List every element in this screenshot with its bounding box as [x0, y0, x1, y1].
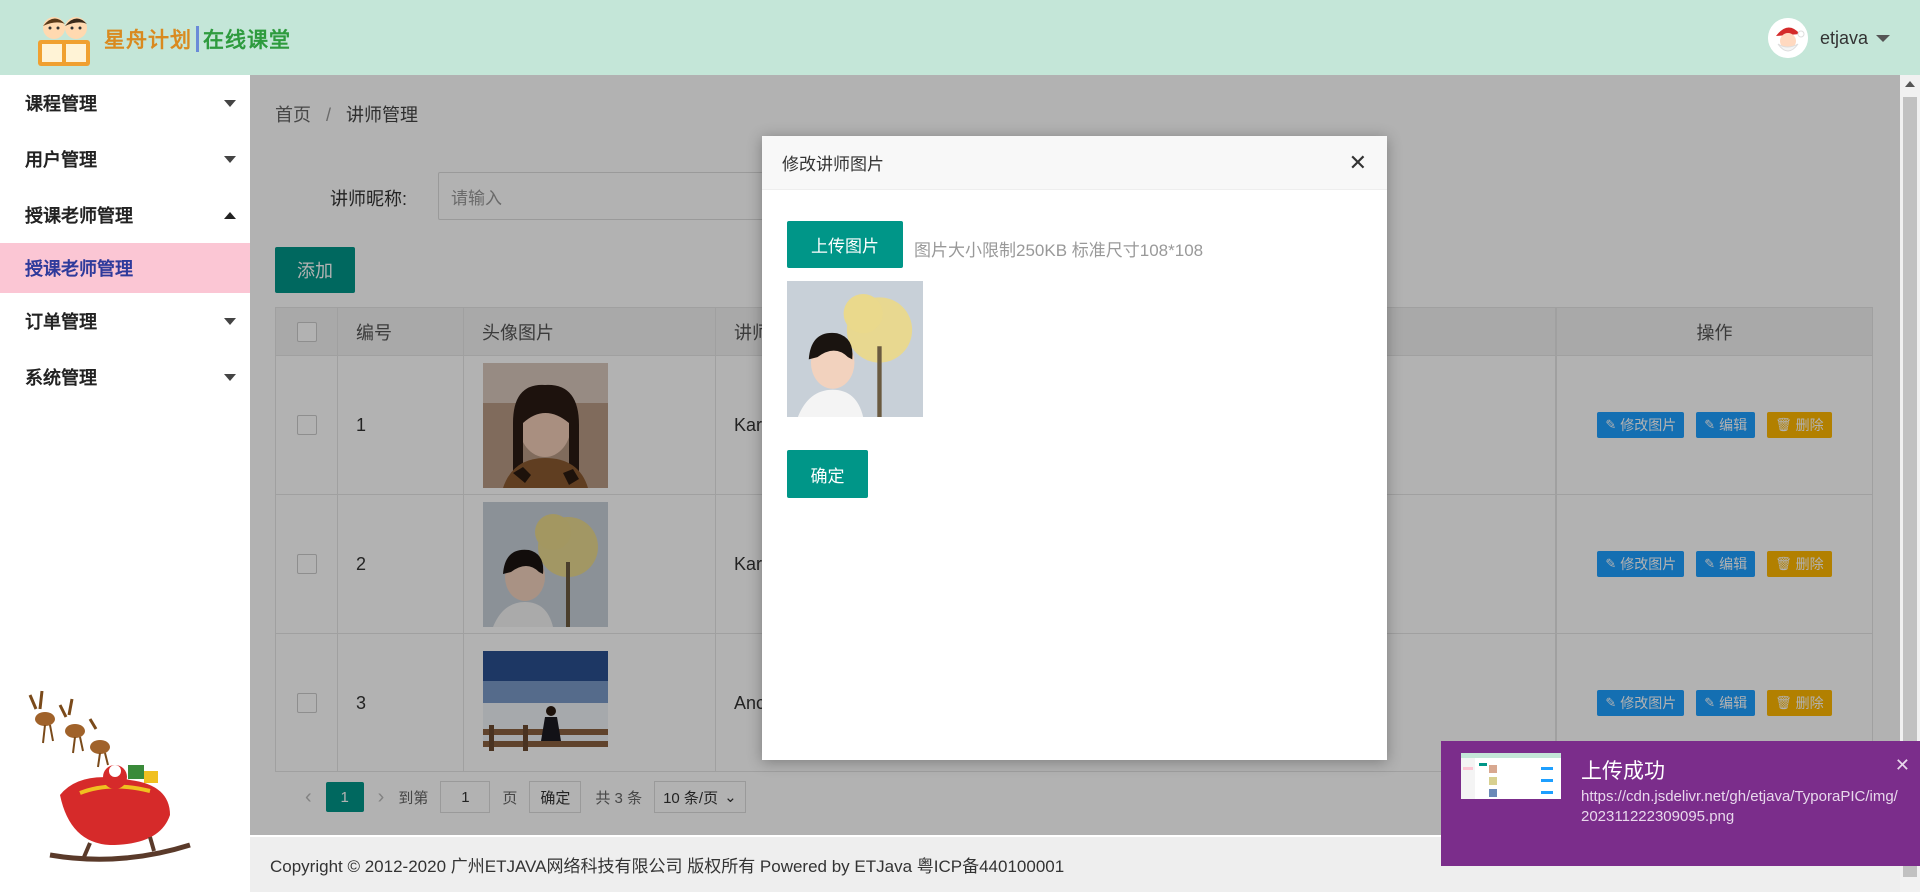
sidebar-item-label: 系统管理	[25, 368, 97, 388]
caret-down-icon	[224, 373, 236, 381]
caret-down-icon	[224, 317, 236, 325]
sidebar-item-label: 订单管理	[25, 312, 97, 332]
logo-text-primary: 星舟计划	[104, 29, 192, 52]
chevron-down-icon	[1876, 34, 1890, 42]
sidebar-item-system[interactable]: 系统管理	[0, 349, 250, 405]
modal-header: 修改讲师图片 ✕	[762, 136, 1387, 190]
upload-success-toast: 上传成功 https://cdn.jsdelivr.net/gh/etjava/…	[1441, 741, 1920, 866]
close-icon[interactable]: ✕	[1349, 150, 1367, 176]
user-menu[interactable]: etjava	[1767, 18, 1890, 58]
top-header: 星舟计划 在线课堂 etjava	[0, 0, 1920, 75]
caret-up-icon	[224, 211, 236, 219]
logo-kids-icon	[38, 17, 90, 66]
avatar	[1767, 18, 1808, 58]
sidebar-item-course[interactable]: 课程管理	[0, 75, 250, 131]
logo-text-secondary: 在线课堂	[203, 29, 291, 52]
site-logo[interactable]: 星舟计划 在线课堂	[34, 10, 291, 68]
sidebar-subitem-teacher[interactable]: 授课老师管理	[0, 243, 250, 293]
confirm-button[interactable]: 确定	[787, 450, 868, 498]
sidebar-item-user[interactable]: 用户管理	[0, 131, 250, 187]
santa-sleigh-icon	[28, 690, 191, 862]
scroll-up-icon[interactable]	[1905, 81, 1915, 87]
sidebar-item-order[interactable]: 订单管理	[0, 293, 250, 349]
caret-down-icon	[224, 155, 236, 163]
image-preview	[787, 281, 923, 417]
sidebar-item-teacher[interactable]: 授课老师管理	[0, 187, 250, 243]
sidebar-item-label: 用户管理	[25, 150, 97, 170]
screenshot-thumbnail	[1461, 753, 1561, 799]
toast-message: https://cdn.jsdelivr.net/gh/etjava/Typor…	[1581, 788, 1898, 825]
sidebar-item-label: 课程管理	[25, 94, 97, 114]
username: etjava	[1819, 27, 1868, 48]
upload-tip: 图片大小限制250KB 标准尺寸108*108	[914, 241, 1204, 260]
close-icon[interactable]: ✕	[1895, 755, 1910, 776]
edit-image-modal: 修改讲师图片 ✕ 上传图片 图片大小限制250KB 标准尺寸108*108 确定	[762, 136, 1387, 760]
sidebar-item-label: 授课老师管理	[25, 206, 133, 226]
logo-divider	[196, 26, 199, 52]
modal-title: 修改讲师图片	[782, 155, 884, 174]
caret-down-icon	[224, 99, 236, 107]
toast-title: 上传成功	[1581, 760, 1665, 783]
upload-image-button[interactable]: 上传图片	[787, 221, 903, 268]
